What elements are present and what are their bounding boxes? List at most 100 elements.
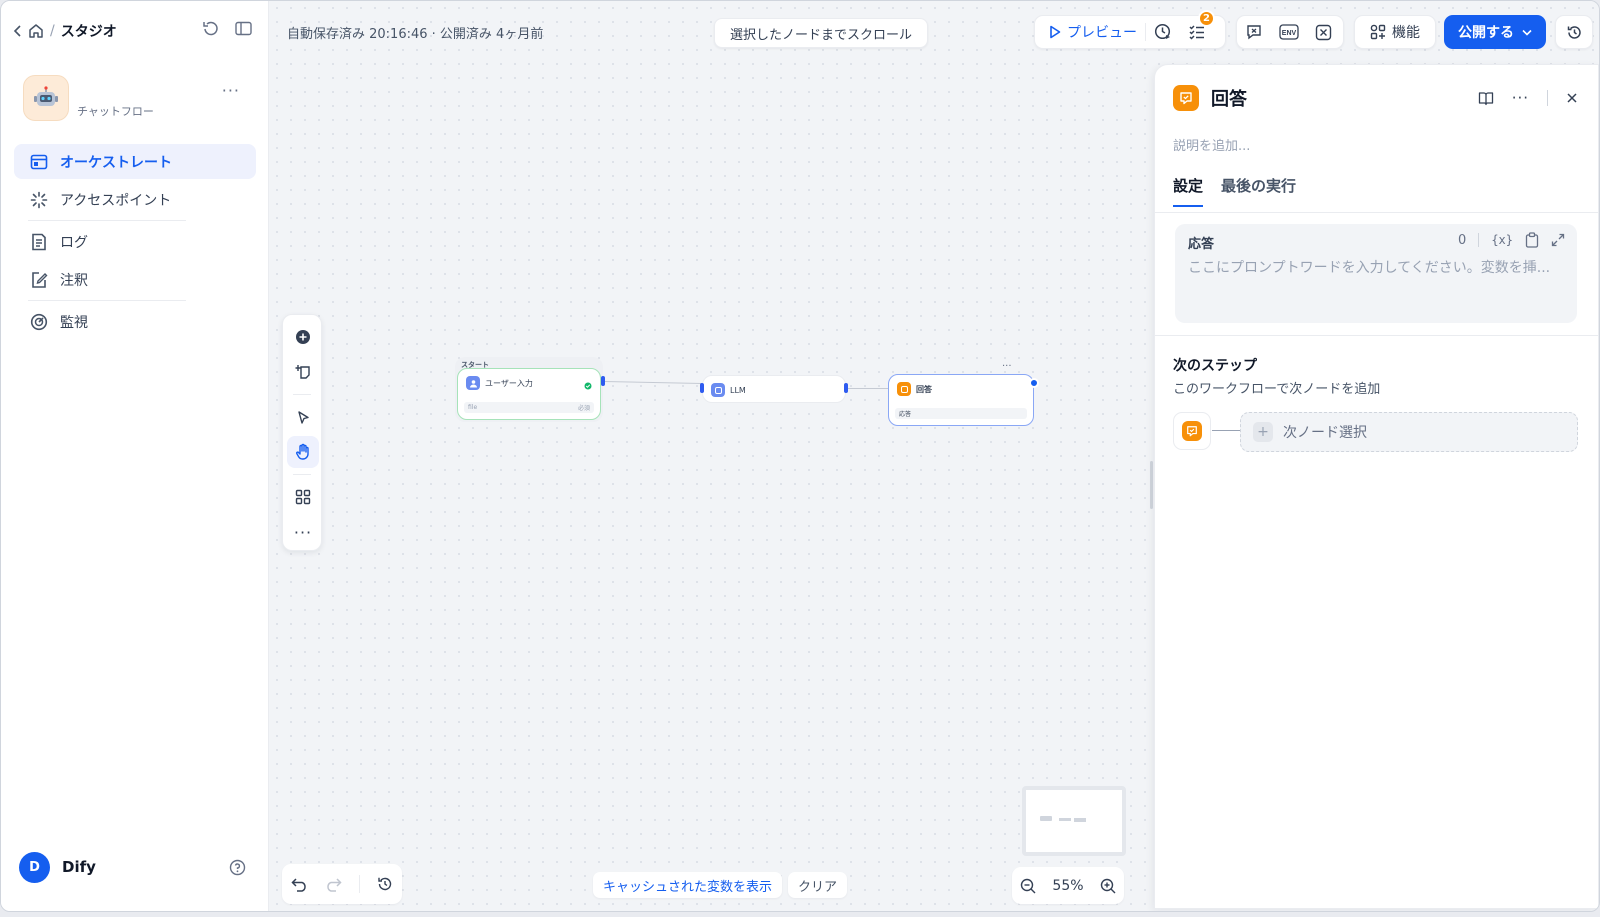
- divider: [293, 474, 311, 475]
- clear-cached-vars-button[interactable]: クリア: [788, 872, 848, 898]
- orchestrate-icon: [30, 153, 48, 171]
- minimap-node: [1074, 818, 1086, 822]
- answer-node[interactable]: 回答 応答: [888, 374, 1039, 426]
- zoom-out-icon[interactable]: [1020, 878, 1036, 894]
- publish-button[interactable]: 公開する: [1444, 15, 1546, 49]
- llm-icon: [711, 383, 725, 397]
- more-horizontal-icon[interactable]: ···: [222, 81, 240, 100]
- connector-line: [1212, 430, 1240, 431]
- output-port[interactable]: [601, 376, 605, 386]
- user-name: Dify: [62, 858, 96, 876]
- redo-icon[interactable]: [325, 877, 342, 892]
- sidebar-collapse-icon[interactable]: [235, 20, 252, 37]
- conversation-vars-button[interactable]: [1237, 16, 1271, 48]
- insert-variable-icon[interactable]: {x}: [1491, 233, 1513, 247]
- annotation-icon: [30, 271, 48, 289]
- monitor-icon: [30, 313, 48, 331]
- panel-header: 回答: [1173, 85, 1247, 111]
- env-button[interactable]: ENV: [1271, 16, 1307, 48]
- log-icon: [30, 233, 48, 251]
- divider: [1478, 233, 1480, 247]
- add-note-button[interactable]: [287, 356, 319, 388]
- features-button[interactable]: 機能: [1354, 15, 1436, 49]
- user-account[interactable]: D Dify: [19, 851, 246, 883]
- more-horizontal-icon[interactable]: ···: [1512, 89, 1529, 107]
- input-port[interactable]: [700, 383, 704, 393]
- response-placeholder[interactable]: ここにプロンプトワードを入力してください。変数を挿...: [1188, 257, 1568, 277]
- user-icon: [466, 376, 480, 390]
- panel-title[interactable]: 回答: [1211, 85, 1247, 111]
- start-node-group[interactable]: スタート ユーザー入力 file 必須: [455, 357, 605, 422]
- sidebar-item-label: ログ: [60, 234, 88, 251]
- app-info[interactable]: チャットフロー ···: [23, 75, 248, 125]
- next-step-subtitle: このワークフローで次ノードを追加: [1173, 382, 1381, 397]
- scroll-to-node-button[interactable]: 選択したノードまでスクロール: [714, 18, 929, 48]
- preview-button[interactable]: プレビュー: [1035, 16, 1145, 48]
- response-label: 応答: [1188, 237, 1215, 252]
- edge-start-llm: [603, 381, 702, 385]
- zoom-level[interactable]: 55%: [1052, 878, 1083, 894]
- next-node-select-label: 次ノード選択: [1283, 425, 1367, 441]
- answer-icon: [1173, 85, 1199, 111]
- start-var-row: file 必須: [464, 402, 594, 413]
- back-chevron-icon[interactable]: [13, 24, 22, 38]
- panel-resize-handle[interactable]: [1150, 461, 1153, 509]
- answer-icon: [1182, 421, 1202, 441]
- sidebar-item-orchestrate[interactable]: オーケストレート: [14, 144, 256, 179]
- divider: [1547, 90, 1548, 106]
- sidebar-item-monitor[interactable]: 監視: [14, 304, 256, 339]
- add-next-node-handle[interactable]: [1029, 378, 1039, 388]
- breadcrumb-title[interactable]: スタジオ: [61, 21, 117, 41]
- llm-node[interactable]: LLM: [702, 375, 846, 403]
- divider: [359, 875, 361, 893]
- robot-app-icon: [23, 75, 69, 121]
- breadcrumb-separator: /: [50, 23, 55, 39]
- node-title-text: LLM: [730, 385, 746, 395]
- output-port[interactable]: [844, 383, 848, 393]
- show-cached-vars-button[interactable]: キャッシュされた変数を表示: [593, 872, 783, 898]
- history-icon[interactable]: [377, 876, 393, 892]
- zoom-in-icon[interactable]: [1100, 878, 1116, 894]
- sidebar-item-label: アクセスポイント: [60, 192, 172, 209]
- divider: [28, 300, 186, 301]
- sidebar-item-label: 監視: [60, 314, 88, 331]
- env-toolbar: ENV: [1236, 15, 1344, 49]
- home-icon[interactable]: [28, 23, 44, 39]
- clipboard-icon[interactable]: [1525, 232, 1539, 248]
- sidebar-item-access-point[interactable]: アクセスポイント: [14, 182, 256, 217]
- refresh-icon[interactable]: [202, 20, 219, 37]
- help-icon[interactable]: [229, 859, 246, 876]
- answer-var-row: 応答: [895, 408, 1027, 419]
- pointer-mode-button[interactable]: [287, 401, 319, 433]
- undo-redo-toolbar: [282, 864, 402, 904]
- sidebar-item-log[interactable]: ログ: [14, 224, 256, 259]
- node-more-icon[interactable]: ···: [1002, 361, 1012, 372]
- response-editor[interactable]: 応答 0 {x} ここにプロンプトワードを入力してください。変数を挿...: [1175, 224, 1577, 323]
- book-open-icon[interactable]: [1478, 91, 1494, 106]
- tab-settings[interactable]: 設定: [1173, 175, 1204, 207]
- minimap[interactable]: [1022, 786, 1126, 856]
- run-history-button[interactable]: [1146, 16, 1180, 48]
- add-node-button[interactable]: [287, 321, 319, 353]
- tab-last-run[interactable]: 最後の実行: [1221, 175, 1296, 207]
- hand-mode-button[interactable]: [287, 436, 319, 468]
- undo-icon[interactable]: [291, 877, 308, 892]
- node-config-panel: 回答 ··· 説明を追加... 設定 最後の実行 応答 0 {x} ここにプロン…: [1154, 64, 1599, 909]
- hand-icon: [295, 443, 312, 461]
- node-title-text: ユーザー入力: [485, 378, 533, 388]
- checklist-button[interactable]: 2: [1180, 10, 1215, 48]
- global-vars-button[interactable]: [1307, 16, 1340, 48]
- divider: [293, 394, 311, 395]
- checklist-badge: 2: [1198, 10, 1215, 27]
- description-input[interactable]: 説明を追加...: [1173, 135, 1250, 154]
- sidebar-item-annotation[interactable]: 注釈: [14, 262, 256, 297]
- publish-label: 公開する: [1458, 25, 1514, 41]
- more-horizontal-icon[interactable]: ···: [287, 516, 319, 548]
- user-input-node[interactable]: ユーザー入力 file 必須: [457, 368, 601, 420]
- select-next-node-button[interactable]: + 次ノード選択: [1240, 412, 1578, 452]
- organize-button[interactable]: [287, 481, 319, 513]
- features-label: 機能: [1392, 25, 1420, 41]
- version-history-button[interactable]: [1555, 15, 1593, 49]
- close-icon[interactable]: [1566, 92, 1578, 104]
- expand-icon[interactable]: [1551, 233, 1565, 247]
